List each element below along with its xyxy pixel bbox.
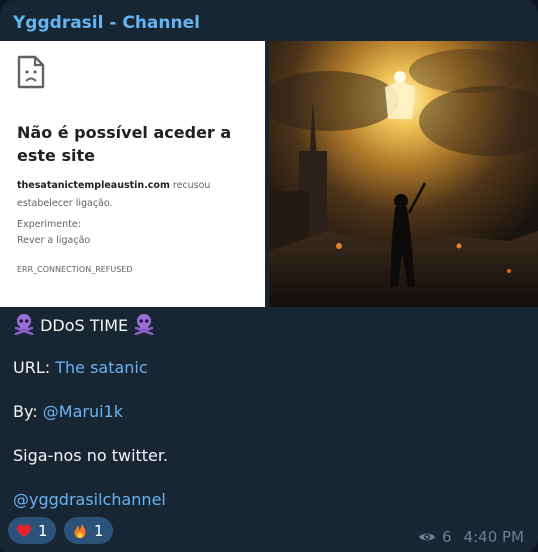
channel-mention[interactable]: @yggdrasilchannel xyxy=(13,490,166,509)
reaction-count: 1 xyxy=(38,521,48,540)
error-try-label: Experimente: xyxy=(17,219,81,230)
skull-crossbones-icon xyxy=(134,314,154,335)
headline-line: DDoS TIME xyxy=(13,313,155,335)
error-code: ERR_CONNECTION_REFUSED xyxy=(17,265,133,274)
author-mention[interactable]: @Marui1k xyxy=(43,402,123,421)
error-domain: thesatanictempleaustin.com xyxy=(17,180,170,191)
warrior-artwork xyxy=(269,41,538,307)
broken-page-icon xyxy=(17,55,45,89)
url-label: URL: xyxy=(13,358,56,377)
follow-text: Siga-nos no twitter. xyxy=(13,446,169,465)
by-line: By: @Marui1k xyxy=(13,402,123,421)
fire-icon xyxy=(74,523,86,538)
channel-name[interactable]: Yggdrasil - Channel xyxy=(13,13,200,33)
heart-icon xyxy=(17,524,31,537)
message-meta: 6 4:40 PM xyxy=(418,528,524,546)
headline-text: DDoS TIME xyxy=(35,316,134,335)
media-album: Não é possível aceder a este site thesat… xyxy=(0,41,538,307)
by-label: By: xyxy=(13,402,43,421)
skull-crossbones-icon xyxy=(14,314,34,335)
reaction-count: 1 xyxy=(94,521,104,540)
view-count: 6 xyxy=(442,528,452,546)
message-time: 4:40 PM xyxy=(463,528,524,546)
error-try-item: Rever a ligação xyxy=(17,235,91,246)
url-line: URL: The satanic xyxy=(13,358,148,377)
url-link[interactable]: The satanic xyxy=(55,358,147,377)
reaction-fire[interactable]: 1 xyxy=(64,517,113,544)
error-screenshot[interactable]: Não é possível aceder a este site thesat… xyxy=(0,41,265,307)
artwork-image[interactable] xyxy=(269,41,538,307)
reaction-heart[interactable]: 1 xyxy=(8,517,56,544)
error-detail: thesatanictempleaustin.com recusou estab… xyxy=(17,177,257,213)
eye-icon xyxy=(419,533,435,541)
error-title: Não é possível aceder a este site xyxy=(17,123,232,165)
message-bubble: Yggdrasil - Channel Não é possível acede… xyxy=(0,0,538,552)
